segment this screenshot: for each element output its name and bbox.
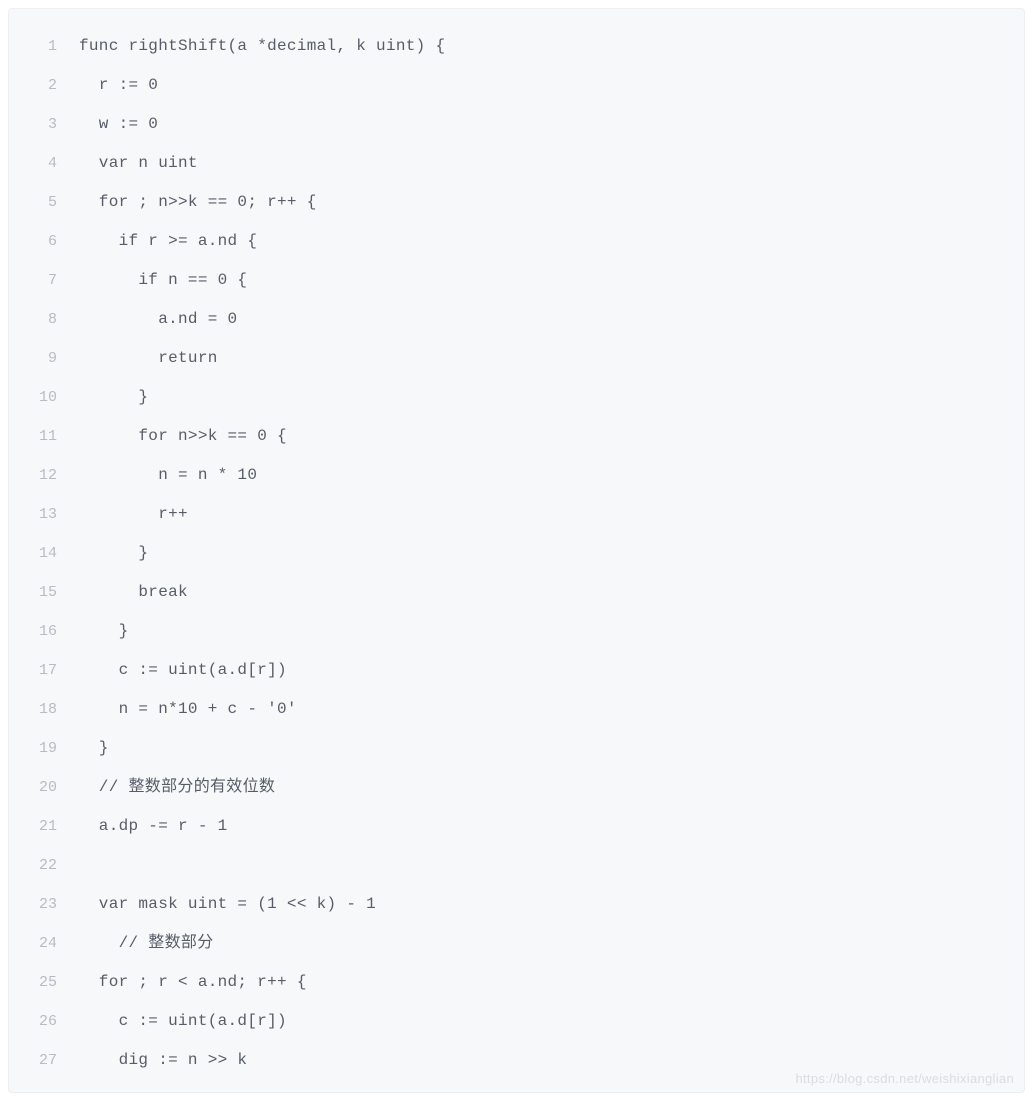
line-number: 27: [29, 1041, 79, 1080]
line-number: 7: [29, 261, 79, 300]
code-line: 26 c := uint(a.d[r]): [9, 1002, 1024, 1041]
line-text: n = n * 10: [79, 456, 257, 495]
code-line: 24 // 整数部分: [9, 924, 1024, 963]
line-text: a.dp -= r - 1: [79, 807, 228, 846]
line-text: break: [79, 573, 188, 612]
code-line: 22: [9, 846, 1024, 885]
code-line: 21 a.dp -= r - 1: [9, 807, 1024, 846]
code-line: 23 var mask uint = (1 << k) - 1: [9, 885, 1024, 924]
code-line: 6 if r >= a.nd {: [9, 222, 1024, 261]
line-number: 6: [29, 222, 79, 261]
line-number: 11: [29, 417, 79, 456]
line-text: return: [79, 339, 218, 378]
line-number: 26: [29, 1002, 79, 1041]
line-number: 22: [29, 846, 79, 885]
line-number: 3: [29, 105, 79, 144]
line-number: 16: [29, 612, 79, 651]
line-text: }: [79, 729, 109, 768]
line-text: c := uint(a.d[r]): [79, 1002, 287, 1041]
line-number: 14: [29, 534, 79, 573]
code-line: 20 // 整数部分的有效位数: [9, 768, 1024, 807]
code-line: 3 w := 0: [9, 105, 1024, 144]
line-text: for n>>k == 0 {: [79, 417, 287, 456]
line-text: var n uint: [79, 144, 198, 183]
code-line: 18 n = n*10 + c - '0': [9, 690, 1024, 729]
line-number: 20: [29, 768, 79, 807]
code-line: 11 for n>>k == 0 {: [9, 417, 1024, 456]
line-text: }: [79, 612, 129, 651]
code-line: 10 }: [9, 378, 1024, 417]
line-number: 2: [29, 66, 79, 105]
code-line: 2 r := 0: [9, 66, 1024, 105]
line-number: 19: [29, 729, 79, 768]
line-number: 23: [29, 885, 79, 924]
line-text: var mask uint = (1 << k) - 1: [79, 885, 376, 924]
line-text: }: [79, 534, 148, 573]
line-number: 18: [29, 690, 79, 729]
code-line: 25 for ; r < a.nd; r++ {: [9, 963, 1024, 1002]
code-line: 4 var n uint: [9, 144, 1024, 183]
line-text: r := 0: [79, 66, 158, 105]
code-line: 19 }: [9, 729, 1024, 768]
line-text: w := 0: [79, 105, 158, 144]
code-line: 17 c := uint(a.d[r]): [9, 651, 1024, 690]
code-line: 8 a.nd = 0: [9, 300, 1024, 339]
line-text: dig := n >> k: [79, 1041, 247, 1080]
line-number: 10: [29, 378, 79, 417]
line-number: 8: [29, 300, 79, 339]
code-line: 7 if n == 0 {: [9, 261, 1024, 300]
line-text: // 整数部分的有效位数: [79, 768, 275, 807]
line-text: func rightShift(a *decimal, k uint) {: [79, 27, 445, 66]
line-number: 4: [29, 144, 79, 183]
line-number: 5: [29, 183, 79, 222]
line-text: c := uint(a.d[r]): [79, 651, 287, 690]
line-number: 21: [29, 807, 79, 846]
line-number: 25: [29, 963, 79, 1002]
line-number: 17: [29, 651, 79, 690]
code-line: 5 for ; n>>k == 0; r++ {: [9, 183, 1024, 222]
line-text: n = n*10 + c - '0': [79, 690, 297, 729]
line-text: if n == 0 {: [79, 261, 247, 300]
watermark-text: https://blog.csdn.net/weishixianglian: [795, 1071, 1014, 1086]
line-text: for ; r < a.nd; r++ {: [79, 963, 307, 1002]
code-line: 15 break: [9, 573, 1024, 612]
line-text: if r >= a.nd {: [79, 222, 257, 261]
code-line: 12 n = n * 10: [9, 456, 1024, 495]
code-block: 1func rightShift(a *decimal, k uint) {2 …: [8, 8, 1025, 1093]
code-line: 13 r++: [9, 495, 1024, 534]
line-number: 13: [29, 495, 79, 534]
line-number: 15: [29, 573, 79, 612]
line-number: 1: [29, 27, 79, 66]
line-text: for ; n>>k == 0; r++ {: [79, 183, 317, 222]
line-number: 12: [29, 456, 79, 495]
code-lines: 1func rightShift(a *decimal, k uint) {2 …: [9, 27, 1024, 1080]
line-text: // 整数部分: [79, 924, 214, 963]
line-number: 24: [29, 924, 79, 963]
code-line: 14 }: [9, 534, 1024, 573]
line-number: 9: [29, 339, 79, 378]
code-line: 9 return: [9, 339, 1024, 378]
line-text: r++: [79, 495, 188, 534]
code-line: 1func rightShift(a *decimal, k uint) {: [9, 27, 1024, 66]
line-text: }: [79, 378, 148, 417]
line-text: a.nd = 0: [79, 300, 237, 339]
code-line: 16 }: [9, 612, 1024, 651]
